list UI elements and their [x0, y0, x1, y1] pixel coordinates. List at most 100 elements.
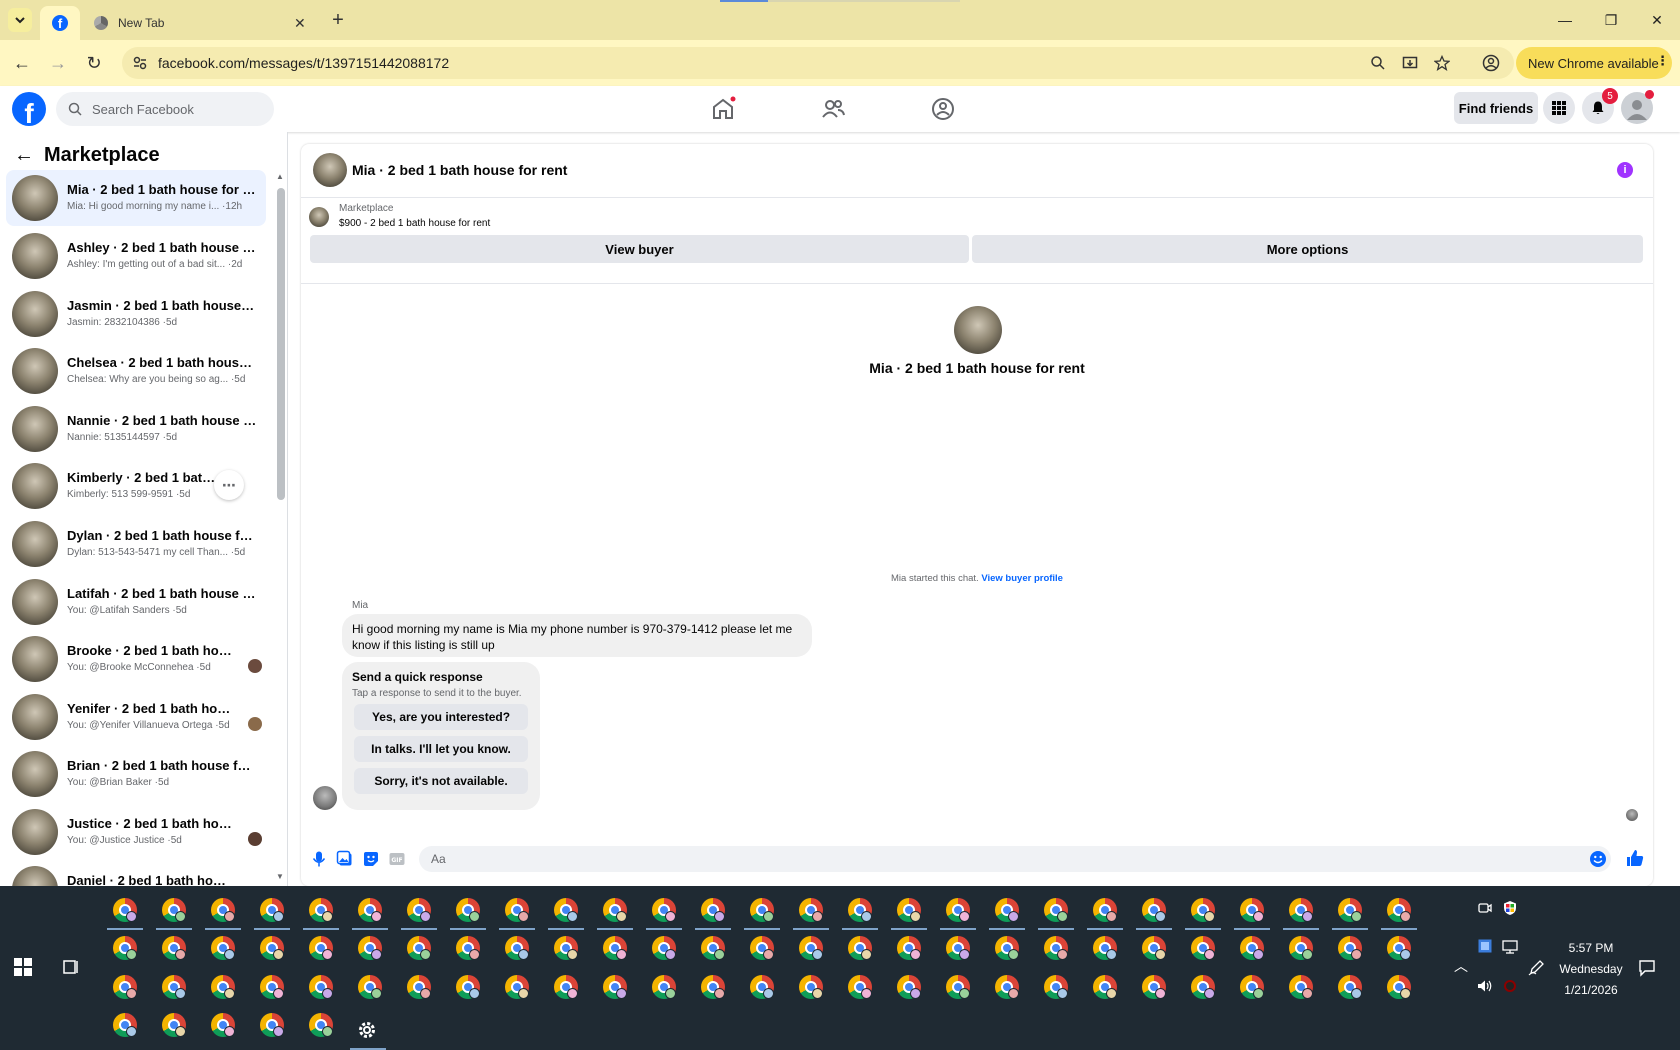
chrome-profile-icon[interactable]	[162, 1013, 186, 1037]
chrome-profile-icon[interactable]	[1338, 975, 1362, 999]
conversation-avatar[interactable]	[954, 306, 1002, 354]
chrome-profile-icon[interactable]	[946, 975, 970, 999]
profile-icon[interactable]	[1482, 54, 1500, 72]
meet-now-icon[interactable]	[1478, 901, 1492, 915]
account-avatar[interactable]	[1621, 90, 1654, 124]
chrome-profile-icon[interactable]	[260, 936, 284, 960]
friends-icon[interactable]	[820, 96, 846, 122]
conversation-item[interactable]: Justice · 2 bed 1 bath house f...You: @J…	[6, 804, 266, 860]
conversation-item[interactable]: Brian · 2 bed 1 bath house for re... You:…	[6, 746, 266, 802]
app-tray-icon[interactable]	[1478, 939, 1492, 953]
chrome-profile-icon[interactable]	[162, 975, 186, 999]
chrome-profile-icon[interactable]	[358, 898, 382, 922]
chrome-profile-icon[interactable]	[162, 898, 186, 922]
chrome-profile-icon[interactable]	[603, 975, 627, 999]
install-app-icon[interactable]	[1402, 55, 1418, 71]
zoom-icon[interactable]	[1370, 55, 1386, 71]
chrome-profile-icon[interactable]	[505, 975, 529, 999]
message-input[interactable]: Aa	[419, 846, 1611, 872]
chrome-profile-icon[interactable]	[554, 898, 578, 922]
notification-center-icon[interactable]	[1638, 959, 1656, 977]
photo-icon[interactable]	[336, 850, 354, 868]
chrome-profile-icon[interactable]	[1289, 975, 1313, 999]
close-icon[interactable]: ✕	[294, 15, 306, 32]
chrome-profile-icon[interactable]	[1240, 975, 1264, 999]
sidebar-scrollbar[interactable]	[277, 188, 285, 500]
conversation-item[interactable]: Jasmin · 2 bed 1 bath house for ... Jasmi…	[6, 286, 266, 342]
view-buyer-button[interactable]: View buyer	[310, 235, 969, 263]
conversation-item[interactable]: Chelsea · 2 bed 1 bath house for... Chels…	[6, 343, 266, 399]
conversation-options-button[interactable]: ⋯	[214, 470, 244, 500]
quick-reply-button[interactable]: In talks. I'll let you know.	[354, 736, 528, 762]
conversation-item[interactable]: Kimberly · 2 bed 1 bath hous...Kimberly:…	[6, 458, 266, 514]
conversation-item[interactable]: Nannie · 2 bed 1 bath house for... Nannie…	[6, 401, 266, 457]
chrome-profile-icon[interactable]	[750, 898, 774, 922]
chrome-profile-icon[interactable]	[162, 936, 186, 960]
chrome-profile-icon[interactable]	[897, 975, 921, 999]
chrome-profile-icon[interactable]	[1240, 936, 1264, 960]
message-bubble[interactable]: Hi good morning my name is Mia my phone …	[342, 614, 812, 657]
taskbar-clock[interactable]: 5:57 PM Wednesday 1/21/2026	[1548, 938, 1634, 1001]
chrome-profile-icon[interactable]	[309, 975, 333, 999]
gif-icon[interactable]: GIF	[388, 850, 406, 868]
chrome-profile-icon[interactable]	[113, 936, 137, 960]
chrome-profile-icon[interactable]	[1044, 898, 1068, 922]
chat-title[interactable]: Mia · 2 bed 1 bath house for rent	[352, 162, 567, 178]
conversation-item[interactable]: Mia · 2 bed 1 bath house for rent Mia: Hi…	[6, 170, 266, 226]
sticker-icon[interactable]	[362, 850, 380, 868]
groups-icon[interactable]	[930, 96, 956, 122]
chrome-profile-icon[interactable]	[260, 1013, 284, 1037]
chrome-profile-icon[interactable]	[1044, 975, 1068, 999]
pen-icon[interactable]	[1528, 958, 1546, 976]
conversation-item[interactable]: Latifah · 2 bed 1 bath house for ... You:…	[6, 574, 266, 630]
conversation-item[interactable]: Dylan · 2 bed 1 bath house for r... Dylan…	[6, 516, 266, 572]
chrome-profile-icon[interactable]	[260, 898, 284, 922]
new-chrome-available-button[interactable]: New Chrome available ⋮	[1516, 47, 1672, 79]
listing-title[interactable]: $900 - 2 bed 1 bath house for rent	[339, 218, 490, 229]
chrome-profile-icon[interactable]	[358, 936, 382, 960]
chrome-profile-icon[interactable]	[211, 898, 235, 922]
settings-gear-icon[interactable]	[356, 1019, 378, 1041]
thumbs-up-icon[interactable]	[1625, 848, 1645, 868]
chrome-profile-icon[interactable]	[750, 936, 774, 960]
chrome-profile-icon[interactable]	[1191, 898, 1215, 922]
chrome-profile-icon[interactable]	[1387, 936, 1411, 960]
chrome-profile-icon[interactable]	[1387, 975, 1411, 999]
minimize-button[interactable]: —	[1550, 8, 1580, 32]
reload-button[interactable]: ↻	[81, 50, 107, 76]
search-facebook-input[interactable]: Search Facebook	[56, 92, 274, 126]
restore-button[interactable]: ❐	[1596, 8, 1626, 32]
volume-icon[interactable]	[1477, 979, 1493, 993]
chrome-profile-icon[interactable]	[1142, 975, 1166, 999]
chrome-profile-icon[interactable]	[701, 898, 725, 922]
chrome-profile-icon[interactable]	[309, 936, 333, 960]
chrome-profile-icon[interactable]	[652, 975, 676, 999]
conversation-item[interactable]: Yenifer · 2 bed 1 bath house f...You: @Y…	[6, 689, 266, 745]
windows-start-icon[interactable]	[14, 958, 32, 976]
chrome-profile-icon[interactable]	[1338, 898, 1362, 922]
chrome-profile-icon[interactable]	[1142, 898, 1166, 922]
back-arrow-icon[interactable]: ←	[14, 144, 34, 167]
chrome-profile-icon[interactable]	[750, 975, 774, 999]
chrome-profile-icon[interactable]	[309, 1013, 333, 1037]
emoji-icon[interactable]	[1589, 850, 1607, 868]
chrome-profile-icon[interactable]	[799, 975, 823, 999]
chrome-profile-icon[interactable]	[1338, 936, 1362, 960]
chrome-profile-icon[interactable]	[897, 936, 921, 960]
chrome-profile-icon[interactable]	[456, 936, 480, 960]
chrome-profile-icon[interactable]	[701, 975, 725, 999]
conversation-item[interactable]: Daniel · 2 bed 1 bath house f...	[6, 861, 266, 886]
quick-reply-button[interactable]: Sorry, it's not available.	[354, 768, 528, 794]
chrome-profile-icon[interactable]	[652, 936, 676, 960]
chrome-profile-icon[interactable]	[260, 975, 284, 999]
chrome-profile-icon[interactable]	[1240, 898, 1264, 922]
info-icon[interactable]: i	[1617, 162, 1633, 178]
chrome-profile-icon[interactable]	[603, 898, 627, 922]
scroll-down-arrow[interactable]: ▼	[276, 872, 284, 881]
bookmark-star-icon[interactable]	[1434, 55, 1450, 71]
chrome-profile-icon[interactable]	[1289, 898, 1313, 922]
chrome-profile-icon[interactable]	[554, 936, 578, 960]
chrome-profile-icon[interactable]	[995, 975, 1019, 999]
chrome-profile-icon[interactable]	[848, 898, 872, 922]
find-friends-button[interactable]: Find friends	[1454, 92, 1538, 124]
